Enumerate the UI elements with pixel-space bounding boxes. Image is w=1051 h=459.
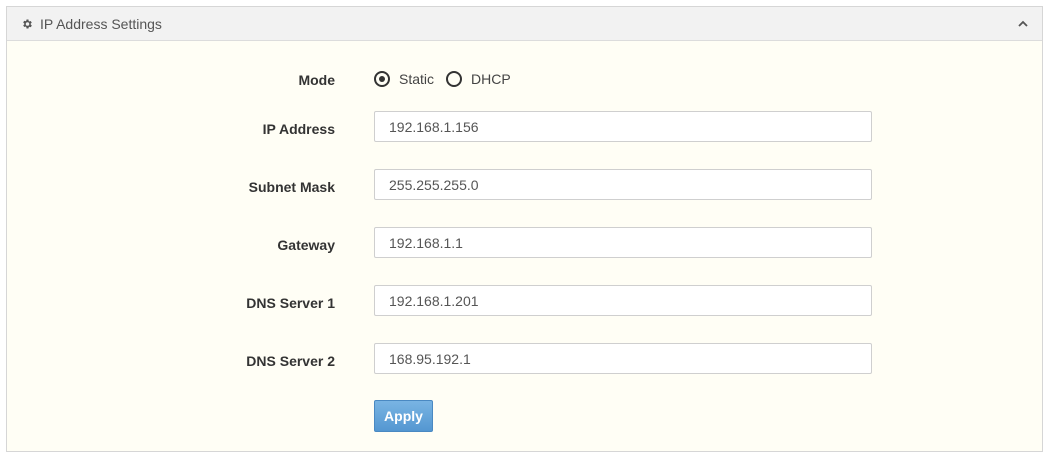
mode-label: Mode [298,72,335,88]
dns-server-2-field[interactable] [374,343,872,374]
panel-header[interactable]: IP Address Settings [7,7,1042,41]
gear-icon [23,19,32,29]
dns-server-1-label: DNS Server 1 [246,295,335,311]
dns-server-2-label: DNS Server 2 [246,353,335,369]
static-radio-label[interactable]: Static [399,71,434,87]
gateway-label: Gateway [277,237,335,253]
ip-address-settings-panel: IP Address Settings Mode Static DHCP IP … [6,6,1043,452]
subnet-mask-label: Subnet Mask [248,179,335,195]
ip-address-field[interactable] [374,111,872,142]
chevron-up-icon[interactable] [1016,18,1030,30]
gateway-field[interactable] [374,227,872,258]
subnet-mask-field[interactable] [374,169,872,200]
panel-title: IP Address Settings [40,16,162,32]
static-radio[interactable] [374,71,390,87]
dhcp-radio[interactable] [446,71,463,87]
mode-radio-group: Static DHCP [374,70,523,88]
apply-button[interactable]: Apply [374,400,433,432]
ip-address-label: IP Address [262,121,335,137]
dns-server-1-field[interactable] [374,285,872,316]
dhcp-radio-label[interactable]: DHCP [471,71,511,87]
